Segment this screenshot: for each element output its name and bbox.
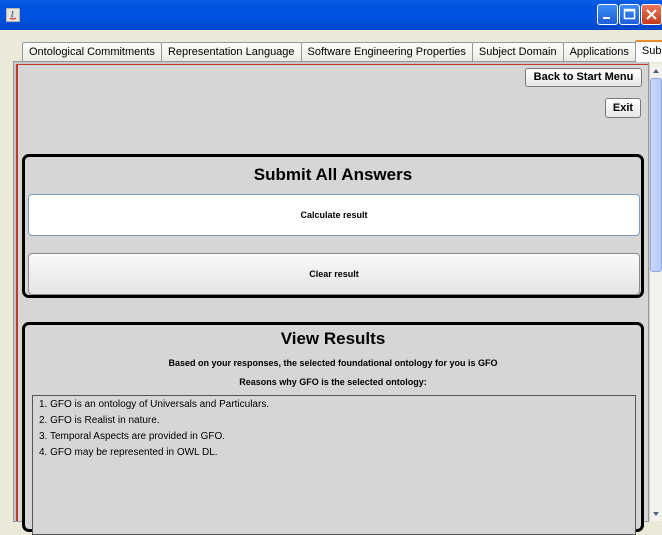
tab-submit[interactable]: Submit	[634, 40, 662, 62]
calculate-result-button[interactable]: Calculate result	[28, 194, 640, 236]
reason-item: 2. GFO is Realist in nature.	[39, 415, 160, 426]
submit-answers-panel: Submit All Answers Calculate result Clea…	[22, 154, 644, 298]
tab-software-engineering-properties[interactable]: Software Engineering Properties	[300, 42, 473, 61]
tab-representation-language[interactable]: Representation Language	[160, 42, 302, 61]
tab-ontological-commitments[interactable]: Ontological Commitments	[22, 42, 162, 61]
java-icon	[6, 8, 20, 22]
results-panel-title: View Results	[280, 329, 386, 348]
submit-panel-title: Submit All Answers	[253, 165, 413, 184]
maximize-button[interactable]	[619, 4, 640, 25]
results-summary: Based on your responses, the selected fo…	[168, 358, 498, 368]
reasons-heading: Reasons why GFO is the selected ontology…	[239, 377, 427, 387]
minimize-icon	[603, 17, 610, 19]
scroll-down-arrow-icon[interactable]	[650, 507, 662, 521]
reasons-text-area[interactable]: 1. GFO is an ontology of Universals and …	[32, 395, 636, 535]
close-button[interactable]	[641, 4, 662, 25]
tab-subject-domain[interactable]: Subject Domain	[471, 42, 564, 61]
tab-strip: Ontological Commitments Representation L…	[22, 40, 662, 62]
reason-item: 3. Temporal Aspects are provided in GFO.	[39, 431, 226, 442]
reason-item: 1. GFO is an ontology of Universals and …	[39, 399, 270, 410]
reason-item: 4. GFO may be represented in OWL DL.	[39, 447, 218, 458]
scrollbar-thumb[interactable]	[650, 78, 662, 272]
clear-result-button[interactable]: Clear result	[28, 253, 640, 295]
exit-button[interactable]: Exit	[605, 98, 641, 118]
maximize-icon	[623, 8, 636, 20]
back-to-start-menu-button[interactable]: Back to Start Menu	[525, 68, 642, 87]
window-titlebar	[0, 0, 662, 30]
view-results-panel: View Results Based on your responses, th…	[22, 322, 644, 535]
minimize-button[interactable]	[597, 4, 618, 25]
tab-applications[interactable]: Applications	[562, 42, 636, 61]
close-icon	[646, 9, 657, 20]
vertical-scrollbar[interactable]	[649, 64, 662, 521]
scroll-up-arrow-icon[interactable]	[650, 64, 662, 78]
